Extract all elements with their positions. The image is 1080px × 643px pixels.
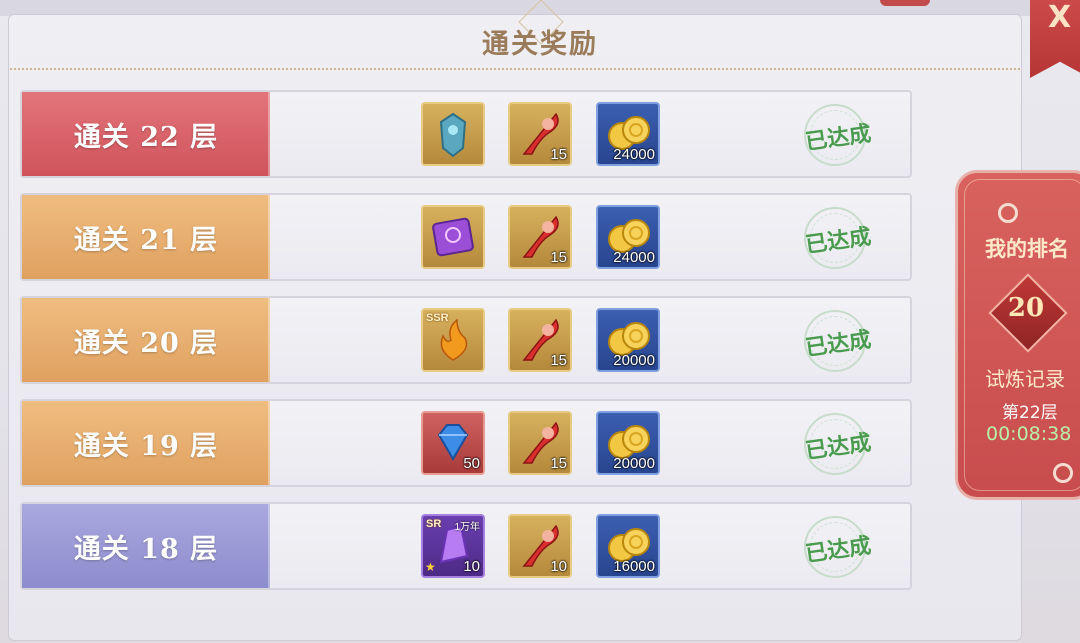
reward-item[interactable]: 10 <box>508 514 572 578</box>
reward-item[interactable]: 24000 <box>596 102 660 166</box>
rarity-tag: SSR <box>426 312 449 324</box>
reward-item[interactable]: 15 <box>508 205 572 269</box>
item-quantity: 10 <box>550 558 567 575</box>
reward-item[interactable]: 15 <box>508 411 572 475</box>
reward-row: 通关 18 层 SR 1万年 ★ 10 10 16000 已达成 <box>20 502 912 590</box>
floor-label: 通关 19 层 <box>22 401 270 485</box>
age-tag: 1万年 <box>454 522 480 533</box>
item-quantity: 10 <box>463 558 480 575</box>
achieved-stamp: 已达成 <box>800 310 873 372</box>
ornament-icon <box>1053 463 1073 483</box>
item-quantity: 15 <box>550 455 567 472</box>
reward-item[interactable]: 15 <box>508 102 572 166</box>
top-ornament <box>880 0 930 6</box>
record-label: 试炼记录 <box>985 367 1065 391</box>
reward-item[interactable]: 24000 <box>596 205 660 269</box>
item-quantity: 15 <box>550 352 567 369</box>
reward-item[interactable]: SR 1万年 ★ 10 <box>421 514 485 578</box>
item-quantity: 50 <box>463 455 480 472</box>
item-quantity: 20000 <box>613 455 655 472</box>
dialog-title: 通关奖励 <box>482 29 598 60</box>
achieved-stamp: 已达成 <box>800 207 873 269</box>
floor-label: 通关 20 层 <box>22 298 270 382</box>
achieved-stamp: 已达成 <box>800 413 873 475</box>
reward-row: 通关 19 层 50 15 20000 已达成 <box>20 399 912 487</box>
reward-item[interactable]: 16000 <box>596 514 660 578</box>
floor-label: 通关 18 层 <box>22 504 270 588</box>
record-time: 00:08:38 <box>986 423 1072 445</box>
item-quantity: 24000 <box>613 146 655 163</box>
close-button[interactable]: X <box>1030 0 1080 78</box>
record-floor: 第22层 <box>1002 403 1058 423</box>
reward-item[interactable]: 20000 <box>596 411 660 475</box>
floor-label: 通关 21 层 <box>22 195 270 279</box>
reward-item[interactable]: SSR <box>421 308 485 372</box>
item-quantity: 15 <box>550 249 567 266</box>
close-icon: X <box>1048 0 1072 35</box>
rank-value: 20 <box>1007 293 1045 323</box>
reward-item[interactable]: 20000 <box>596 308 660 372</box>
reward-row: 通关 20 层 SSR 15 20000 已达成 <box>20 296 912 384</box>
item-quantity: 16000 <box>613 558 655 575</box>
reward-row: 通关 21 层 15 24000 已达成 <box>20 193 912 281</box>
ranking-panel: 我的排名 20 试炼记录 第22层 00:08:38 <box>955 170 1080 500</box>
achieved-stamp: 已达成 <box>800 104 873 166</box>
reward-item[interactable] <box>421 102 485 166</box>
item-quantity: 24000 <box>613 249 655 266</box>
star-icon: ★ <box>425 560 436 574</box>
item-quantity: 20000 <box>613 352 655 369</box>
floor-label: 通关 22 层 <box>22 92 270 176</box>
reward-item[interactable]: 50 <box>421 411 485 475</box>
reward-row: 通关 22 层 15 24000 已达成 <box>20 90 912 178</box>
achieved-stamp: 已达成 <box>800 516 873 578</box>
item-quantity: 15 <box>550 146 567 163</box>
rarity-tag: SR <box>426 518 442 530</box>
header-divider <box>10 68 1020 70</box>
reward-item[interactable] <box>421 205 485 269</box>
ornament-icon <box>998 203 1018 223</box>
ranking-title: 我的排名 <box>985 236 1069 261</box>
reward-item[interactable]: 15 <box>508 308 572 372</box>
